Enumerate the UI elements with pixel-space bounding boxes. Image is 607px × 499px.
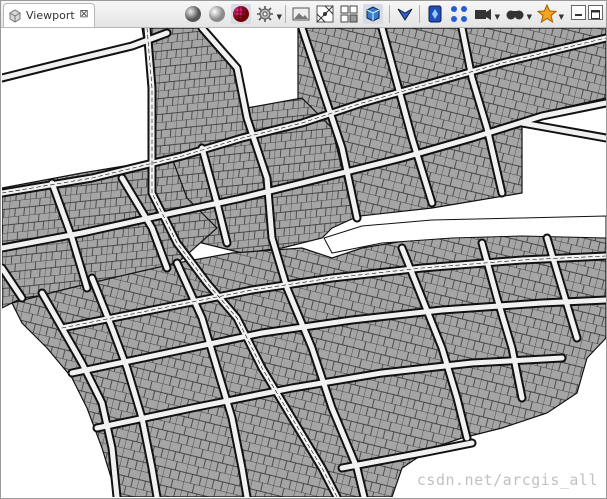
- camera-icon[interactable]: ▼: [473, 4, 500, 24]
- shaded-sphere-icon[interactable]: [183, 4, 203, 24]
- select-icon[interactable]: [395, 4, 415, 24]
- snap-grid-icon[interactable]: [315, 4, 335, 24]
- viewport-icon: [9, 9, 21, 23]
- star-icon[interactable]: ▼: [536, 3, 564, 24]
- tab-label: Viewport: [26, 9, 75, 22]
- cube-icon[interactable]: [363, 4, 383, 24]
- toolbar-separator: [285, 5, 286, 23]
- textured-sphere-icon[interactable]: [231, 4, 251, 24]
- city-model-canvas: [2, 28, 606, 497]
- camera-bookmark-icon[interactable]: [425, 4, 445, 24]
- close-icon[interactable]: ⊠: [78, 8, 90, 20]
- 3d-viewport[interactable]: csdn.net/arcgis_all: [2, 28, 606, 497]
- smooth-sphere-icon[interactable]: [207, 4, 227, 24]
- minimize-icon[interactable]: [571, 5, 586, 20]
- binoculars-icon[interactable]: ▼: [505, 4, 532, 24]
- toolbar-separator: [419, 5, 420, 23]
- watermark: csdn.net/arcgis_all: [416, 471, 598, 489]
- viewport-toolbar: Viewport ⊠ ▼ ▼ ▼ ▼: [1, 1, 606, 28]
- photo-icon[interactable]: [291, 4, 311, 24]
- maximize-icon[interactable]: [588, 5, 603, 20]
- render-settings-icon[interactable]: ▼: [255, 4, 282, 24]
- tab-viewport[interactable]: Viewport ⊠: [3, 3, 95, 27]
- nodes-icon[interactable]: [449, 4, 469, 24]
- grid-icon[interactable]: [339, 4, 359, 24]
- toolbar-separator: [389, 5, 390, 23]
- viewport-window: Viewport ⊠ ▼ ▼ ▼ ▼ csdn.net/arcgis_all: [0, 0, 607, 499]
